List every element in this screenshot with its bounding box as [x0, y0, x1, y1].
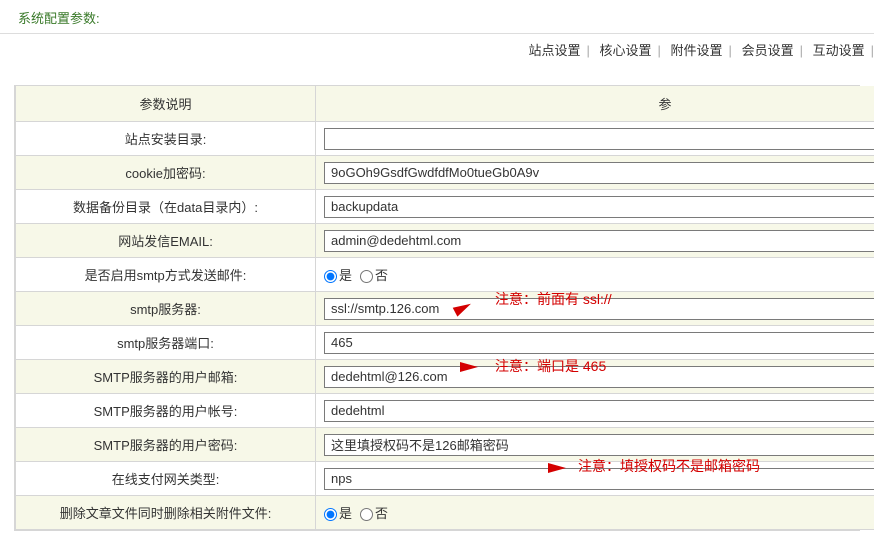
- param-value-cell: [316, 428, 874, 462]
- radio-group: 是否: [324, 268, 396, 283]
- param-value-cell: [316, 190, 874, 224]
- param-label: 在线支付网关类型:: [16, 462, 316, 496]
- radio-yes[interactable]: [324, 508, 337, 521]
- col-header-value: 参: [316, 86, 874, 122]
- table-row: SMTP服务器的用户帐号:: [16, 394, 874, 428]
- table-row: 删除文章文件同时删除相关附件文件:是否: [16, 496, 874, 530]
- table-row: 网站发信EMAIL:: [16, 224, 874, 258]
- table-row: 数据备份目录（在data目录内）:: [16, 190, 874, 224]
- param-label: 是否启用smtp方式发送邮件:: [16, 258, 316, 292]
- tab-site[interactable]: 站点设置: [522, 43, 586, 58]
- text-input[interactable]: [324, 298, 874, 320]
- param-value-cell: 是否: [316, 258, 874, 292]
- table-row: SMTP服务器的用户邮箱:: [16, 360, 874, 394]
- param-label: smtp服务器端口:: [16, 326, 316, 360]
- param-value-cell: [316, 292, 874, 326]
- param-label: 站点安装目录:: [16, 122, 316, 156]
- tab-member[interactable]: 会员设置: [736, 43, 800, 58]
- col-header-label: 参数说明: [16, 86, 316, 122]
- param-value-cell: 是否: [316, 496, 874, 530]
- radio-group: 是否: [324, 506, 396, 521]
- param-label: SMTP服务器的用户密码:: [16, 428, 316, 462]
- text-input[interactable]: [324, 196, 874, 218]
- page-title: 系统配置参数:: [0, 0, 874, 34]
- radio-no[interactable]: [360, 508, 373, 521]
- radio-yes-label: 是: [339, 268, 352, 283]
- table-row: 站点安装目录:: [16, 122, 874, 156]
- radio-no-label: 否: [375, 506, 388, 521]
- nav-tabs: 站点设置| 核心设置| 附件设置| 会员设置| 互动设置|: [0, 34, 874, 67]
- radio-yes-label: 是: [339, 506, 352, 521]
- config-table: 参数说明 参 站点安装目录:cookie加密码:数据备份目录（在data目录内）…: [15, 86, 874, 530]
- table-row: smtp服务器端口:: [16, 326, 874, 360]
- param-label: 删除文章文件同时删除相关附件文件:: [16, 496, 316, 530]
- param-label: smtp服务器:: [16, 292, 316, 326]
- text-input[interactable]: [324, 128, 874, 150]
- param-value-cell: [316, 224, 874, 258]
- param-value-cell: [316, 122, 874, 156]
- radio-no-label: 否: [375, 268, 388, 283]
- param-label: SMTP服务器的用户邮箱:: [16, 360, 316, 394]
- param-value-cell: [316, 462, 874, 496]
- text-input[interactable]: [324, 230, 874, 252]
- tab-interact[interactable]: 互动设置: [807, 43, 871, 58]
- text-input[interactable]: [324, 400, 874, 422]
- tab-attach[interactable]: 附件设置: [665, 43, 729, 58]
- table-row: cookie加密码:: [16, 156, 874, 190]
- param-value-cell: [316, 394, 874, 428]
- text-input[interactable]: [324, 366, 874, 388]
- text-input[interactable]: [324, 468, 874, 490]
- param-label: SMTP服务器的用户帐号:: [16, 394, 316, 428]
- radio-yes[interactable]: [324, 270, 337, 283]
- param-value-cell: [316, 360, 874, 394]
- table-row: 是否启用smtp方式发送邮件:是否: [16, 258, 874, 292]
- param-value-cell: [316, 326, 874, 360]
- text-input[interactable]: [324, 162, 874, 184]
- tab-core[interactable]: 核心设置: [594, 43, 658, 58]
- table-row: SMTP服务器的用户密码:: [16, 428, 874, 462]
- table-row: 在线支付网关类型:: [16, 462, 874, 496]
- text-input[interactable]: [324, 434, 874, 456]
- param-label: 网站发信EMAIL:: [16, 224, 316, 258]
- text-input[interactable]: [324, 332, 874, 354]
- param-label: cookie加密码:: [16, 156, 316, 190]
- param-value-cell: [316, 156, 874, 190]
- param-label: 数据备份目录（在data目录内）:: [16, 190, 316, 224]
- table-row: smtp服务器:: [16, 292, 874, 326]
- radio-no[interactable]: [360, 270, 373, 283]
